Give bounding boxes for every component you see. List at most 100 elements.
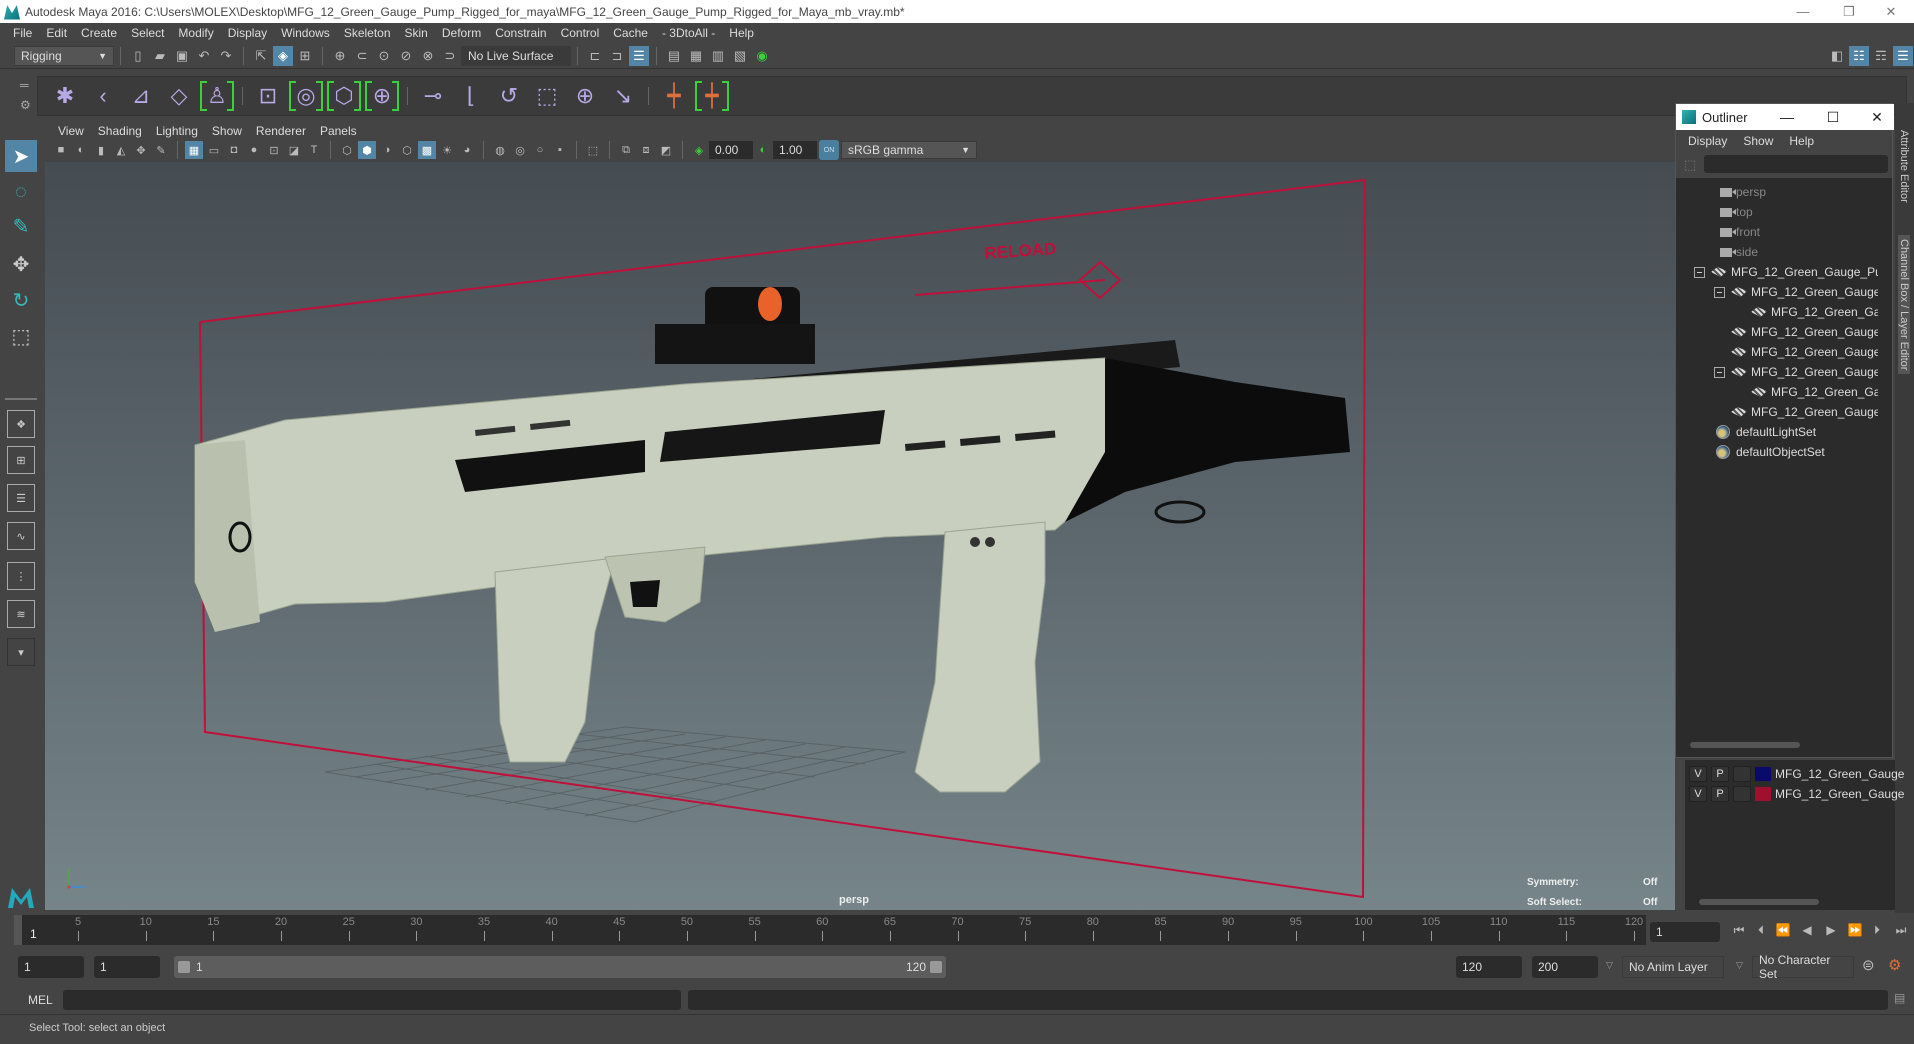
- outliner-item[interactable]: defaultObjectSet: [1716, 442, 1825, 462]
- input-ops-icon[interactable]: ⊏: [585, 46, 605, 66]
- select-object-icon[interactable]: ◈: [273, 45, 293, 66]
- outliner-item[interactable]: MFG_12_Green_Gauge_Pur: [1694, 262, 1878, 282]
- collapse-toggle-icon[interactable]: [1714, 366, 1725, 378]
- outliner-item[interactable]: MFG_12_Green_Gauge_: [1731, 342, 1878, 362]
- time-ruler[interactable]: 1 5 10 15 20 25 30 35 40 45 50 55 60 65 70 75 80 85 90 95 1…: [14, 915, 1646, 945]
- layer-type-toggle[interactable]: [1733, 786, 1751, 802]
- outliner-item[interactable]: MFG_12_Green_Gauge_: [1731, 402, 1878, 422]
- play-backwards-button[interactable]: ◀: [1796, 920, 1818, 940]
- layer-playback-toggle[interactable]: P: [1711, 786, 1729, 802]
- paint-select-tool-icon[interactable]: ✎: [5, 210, 37, 242]
- xray-icon[interactable]: ⧉: [617, 141, 635, 159]
- layer-visibility-toggle[interactable]: V: [1689, 786, 1707, 802]
- aim-constraint-icon[interactable]: ⊕: [568, 79, 602, 113]
- chevron-down-icon[interactable]: ▽: [1736, 960, 1743, 971]
- menu-set-dropdown[interactable]: Rigging ▼: [14, 45, 114, 66]
- layer-row[interactable]: V P MFG_12_Green_Gauge: [1689, 765, 1904, 783]
- minimize-button[interactable]: —: [1780, 0, 1826, 23]
- scale-tool-icon[interactable]: ⬚: [5, 320, 37, 352]
- outliner-item[interactable]: defaultLightSet: [1716, 422, 1816, 442]
- command-input[interactable]: [63, 990, 681, 1010]
- shadows-icon[interactable]: ◕: [458, 141, 476, 159]
- gamma-field[interactable]: 1.00: [773, 141, 817, 159]
- animation-end-field[interactable]: 200: [1532, 956, 1598, 978]
- menu-modify[interactable]: Modify: [171, 26, 220, 40]
- xray-joints-icon[interactable]: ◩: [657, 141, 675, 159]
- layer-color-swatch[interactable]: [1755, 767, 1771, 781]
- point-constraint-icon[interactable]: ⌊: [454, 79, 488, 113]
- animation-start-field[interactable]: 1: [18, 956, 84, 978]
- go-to-end-button[interactable]: ⏭: [1890, 920, 1912, 940]
- wireframe-on-shaded-icon[interactable]: ⬡: [398, 141, 416, 159]
- color-space-dropdown[interactable]: sRGB gamma ▼: [841, 141, 977, 159]
- set-driven-key-icon[interactable]: ┿: [657, 79, 691, 113]
- persp-trax-layout-icon[interactable]: ≋: [7, 600, 35, 628]
- outliner-menu-help[interactable]: Help: [1781, 134, 1822, 148]
- joint-tool-icon[interactable]: ✱: [48, 79, 82, 113]
- gate-mask-icon[interactable]: ●: [245, 141, 263, 159]
- range-slider[interactable]: 1 120: [174, 956, 946, 978]
- rotate-tool-icon[interactable]: ↻: [5, 284, 37, 316]
- snap-curve-icon[interactable]: ⊂: [352, 46, 372, 66]
- animation-preferences-icon[interactable]: ⚙: [1888, 956, 1901, 974]
- command-language-label[interactable]: MEL: [28, 993, 53, 1007]
- exposure-icon[interactable]: ◈: [690, 141, 708, 159]
- wireframe-icon[interactable]: ⬡: [338, 141, 356, 159]
- step-back-frame-button[interactable]: ⏴: [1750, 920, 1772, 940]
- undo-icon[interactable]: ↶: [194, 46, 214, 66]
- outliner-item[interactable]: side: [1720, 242, 1758, 262]
- menu-skin[interactable]: Skin: [398, 26, 435, 40]
- outliner-item[interactable]: MFG_12_Green_Ga: [1751, 382, 1878, 402]
- menu-deform[interactable]: Deform: [435, 26, 488, 40]
- save-scene-icon[interactable]: ▣: [172, 46, 192, 66]
- scrollbar-thumb[interactable]: [1699, 899, 1819, 905]
- menu-display[interactable]: Display: [221, 26, 274, 40]
- render-settings-icon[interactable]: ▧: [730, 46, 750, 66]
- menu-skeleton[interactable]: Skeleton: [337, 26, 398, 40]
- menu-windows[interactable]: Windows: [274, 26, 337, 40]
- outliner-titlebar[interactable]: Outliner — ☐ ✕: [1676, 104, 1894, 130]
- menu-cache[interactable]: Cache: [606, 26, 655, 40]
- menu-create[interactable]: Create: [74, 26, 124, 40]
- character-set-dropdown[interactable]: No Character Set: [1752, 953, 1854, 981]
- step-back-key-button[interactable]: ⏪: [1772, 920, 1794, 940]
- collapse-toggle-icon[interactable]: [1714, 286, 1725, 298]
- select-hierarchy-icon[interactable]: ⇱: [251, 46, 271, 66]
- grid-icon[interactable]: ▦: [185, 141, 203, 159]
- layer-visibility-toggle[interactable]: V: [1689, 766, 1707, 782]
- layer-playback-toggle[interactable]: P: [1711, 766, 1729, 782]
- outliner-menu-display[interactable]: Display: [1680, 134, 1735, 148]
- shelf-settings-gear-icon[interactable]: ⚙: [20, 98, 31, 112]
- open-scene-icon[interactable]: ▰: [150, 46, 170, 66]
- safe-action-icon[interactable]: ◪: [285, 141, 303, 159]
- maya-home-icon[interactable]: [6, 884, 36, 910]
- outliner-close-button[interactable]: ✕: [1862, 104, 1892, 130]
- select-camera-icon[interactable]: ■: [52, 141, 70, 159]
- select-component-icon[interactable]: ⊞: [295, 46, 315, 66]
- attribute-editor-tab[interactable]: Attribute Editor: [1898, 130, 1910, 203]
- scrollbar-thumb[interactable]: [1690, 742, 1800, 748]
- shelf-tabs-icon[interactable]: ═: [20, 78, 29, 92]
- single-perspective-layout-icon[interactable]: ❖: [7, 410, 35, 438]
- textured-icon[interactable]: ▩: [418, 141, 436, 159]
- chevron-down-icon[interactable]: ▽: [1606, 960, 1613, 971]
- persp-graph-layout-icon[interactable]: ∿: [7, 522, 35, 550]
- menu-select[interactable]: Select: [124, 26, 171, 40]
- lasso-tool-icon[interactable]: ◌: [5, 176, 37, 208]
- filter-select-icon[interactable]: ⬚: [1684, 157, 1696, 173]
- snap-grid-icon[interactable]: ⊕: [330, 46, 350, 66]
- viewport-menu-view[interactable]: View: [51, 124, 91, 138]
- menu-edit[interactable]: Edit: [39, 26, 74, 40]
- snap-live-icon[interactable]: ⊃: [440, 46, 460, 66]
- step-forward-key-button[interactable]: ⏩: [1844, 920, 1866, 940]
- anim-layer-dropdown[interactable]: No Anim Layer: [1622, 956, 1724, 978]
- camera-attributes-icon[interactable]: ◐: [72, 141, 90, 159]
- isolate-select-icon[interactable]: ⬚: [584, 141, 602, 159]
- viewport-menu-shading[interactable]: Shading: [91, 124, 149, 138]
- playback-start-field[interactable]: 1: [94, 956, 160, 978]
- layout-menu-icon[interactable]: ▾: [7, 638, 35, 666]
- humanik-icon[interactable]: ♙: [200, 79, 234, 113]
- auto-key-icon[interactable]: ⊜: [1862, 956, 1875, 974]
- shotgun-model[interactable]: [194, 287, 1350, 793]
- perspective-viewport[interactable]: RELOAD persp Symmetry: Off Soft Select: …: [45, 162, 1675, 910]
